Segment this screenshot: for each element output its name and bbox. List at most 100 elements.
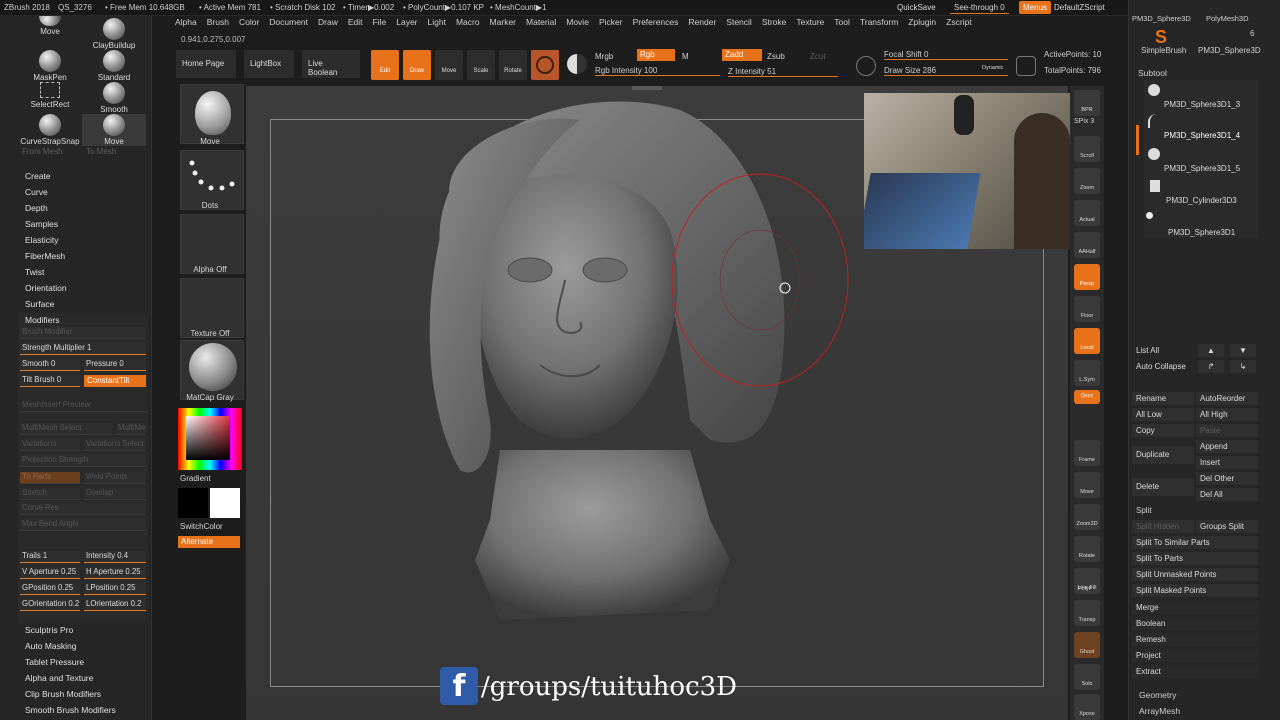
scroll-button[interactable]: Scroll	[1074, 136, 1100, 162]
brush-modifier-slider[interactable]: Brush Modifier	[20, 327, 146, 339]
stroke-create[interactable]: Create	[25, 171, 51, 181]
switchcolor-button[interactable]: SwitchColor	[180, 522, 244, 531]
rename-button[interactable]: Rename	[1132, 392, 1194, 405]
tri-parts-button[interactable]: Tri Parts	[20, 472, 80, 484]
list-all-button[interactable]: List All	[1132, 344, 1194, 357]
solo-button[interactable]: Solo	[1074, 664, 1100, 690]
color-picker[interactable]	[178, 408, 242, 470]
constant-tilt-button[interactable]: ConstantTilt	[84, 375, 146, 387]
local-button[interactable]: Local	[1074, 328, 1100, 354]
z-intensity-slider[interactable]: Z Intensity 51	[728, 67, 838, 77]
stroke-samples[interactable]: Samples	[25, 219, 58, 229]
pressure-slider[interactable]: Pressure 0	[84, 359, 146, 371]
menu-stroke[interactable]: Stroke	[762, 17, 787, 27]
merge-menu[interactable]: Merge	[1132, 601, 1258, 614]
intensity-slider[interactable]: Intensity 0.4	[84, 551, 146, 563]
subtool-item[interactable]: PM3D_Sphere3D1_3	[1164, 100, 1240, 109]
menu-movie[interactable]: Movie	[566, 17, 589, 27]
tool-thumb-polymesh[interactable]: PolyMesh3D	[1206, 14, 1249, 23]
paste-button[interactable]: Paste	[1196, 424, 1258, 437]
actual-button[interactable]: Actual	[1074, 200, 1100, 226]
brush-move-selected[interactable]: Move	[82, 114, 146, 146]
subtool-scrollbar[interactable]	[1136, 125, 1139, 155]
menu-texture[interactable]: Texture	[796, 17, 824, 27]
h-aperture-slider[interactable]: H Aperture 0.25	[84, 567, 146, 579]
material-swatch-button[interactable]	[531, 50, 559, 80]
menu-preferences[interactable]: Preferences	[633, 17, 679, 27]
menu-render[interactable]: Render	[688, 17, 716, 27]
insert-button[interactable]: Insert	[1196, 456, 1258, 469]
tablet-pressure-menu[interactable]: Tablet Pressure	[25, 657, 84, 667]
quicksave-button[interactable]: QuickSave	[893, 1, 940, 14]
menus-button[interactable]: Menus	[1019, 1, 1052, 14]
from-mesh-button[interactable]: From Mesh	[22, 147, 62, 156]
color-mode-icon[interactable]	[567, 54, 587, 74]
zcut-button[interactable]: Zcut	[810, 52, 826, 61]
move-button[interactable]: Move	[435, 50, 463, 80]
mrgb-button[interactable]: Mrgb	[595, 52, 613, 61]
split-similar-parts-button[interactable]: Split To Similar Parts	[1132, 536, 1258, 549]
menu-layer[interactable]: Layer	[396, 17, 417, 27]
m-button[interactable]: M	[682, 52, 689, 61]
bpr-button[interactable]: BPR	[1074, 90, 1100, 116]
subtool-header[interactable]: Subtool	[1138, 68, 1167, 78]
multimesh-select-slider[interactable]: MultiMesh Select	[20, 423, 112, 435]
dynamic-size-icon[interactable]	[1016, 56, 1036, 76]
lightbox-button[interactable]: LightBox	[244, 50, 294, 78]
rotate-view-button[interactable]: Rotate	[1074, 536, 1100, 562]
split-hidden-button[interactable]: Split Hidden	[1132, 520, 1194, 533]
simplebrush-icon[interactable]: S	[1155, 27, 1167, 48]
split-header[interactable]: Split	[1136, 506, 1152, 515]
brush-maskpen[interactable]: MaskPen	[18, 50, 82, 82]
variations-select-slider[interactable]: Variations Select	[84, 439, 146, 451]
rotate-button[interactable]: Rotate	[499, 50, 527, 80]
clip-brush-modifiers-menu[interactable]: Clip Brush Modifiers	[25, 689, 101, 699]
geometry-menu[interactable]: Geometry	[1139, 690, 1176, 700]
stroke-elasticity[interactable]: Elasticity	[25, 235, 59, 245]
stroke-curve[interactable]: Curve	[25, 187, 48, 197]
menu-material[interactable]: Material	[526, 17, 556, 27]
menu-edit[interactable]: Edit	[348, 17, 363, 27]
append-button[interactable]: Append	[1196, 440, 1258, 453]
all-high-button[interactable]: All High	[1196, 408, 1258, 421]
zoom-button[interactable]: Zoom	[1074, 168, 1100, 194]
sphere-lasso-icon[interactable]	[856, 56, 876, 76]
to-mesh-button[interactable]: To Mesh	[86, 147, 116, 156]
v-aperture-slider[interactable]: V Aperture 0.25	[20, 567, 80, 579]
lsym-button[interactable]: L.Sym	[1074, 360, 1100, 386]
frame-button[interactable]: Frame	[1074, 440, 1100, 466]
tool-thumb-sphere-2[interactable]: PM3D_Sphere3D	[1198, 46, 1261, 55]
smooth-brush-modifiers-menu[interactable]: Smooth Brush Modifiers	[25, 705, 116, 715]
auto-collapse-button[interactable]: Auto Collapse	[1132, 360, 1194, 373]
dynamic-toggle[interactable]: Dynamic	[982, 65, 1003, 71]
menu-document[interactable]: Document	[269, 17, 308, 27]
floor-button[interactable]: Floor	[1074, 296, 1100, 322]
variations-slider[interactable]: Variations	[20, 439, 80, 451]
draw-button[interactable]: Draw	[403, 50, 431, 80]
scale-button[interactable]: Scale	[467, 50, 495, 80]
split-to-parts-button[interactable]: Split To Parts	[1132, 552, 1258, 565]
curve-res-slider[interactable]: Curve Res	[20, 503, 146, 515]
brush-curvestrapsnap[interactable]: CurveStrapSnap	[18, 114, 82, 146]
delete-button[interactable]: Delete	[1132, 478, 1194, 496]
subtool-item-selected[interactable]: PM3D_Sphere3D1_4	[1164, 131, 1240, 140]
xpose-button[interactable]: Xpose	[1074, 694, 1100, 720]
menu-macro[interactable]: Macro	[456, 17, 480, 27]
material-tile[interactable]	[180, 340, 244, 400]
lposition-slider[interactable]: LPosition 0.25	[84, 583, 146, 595]
move-view-button[interactable]: Move	[1074, 472, 1100, 498]
smooth-slider[interactable]: Smooth 0	[20, 359, 80, 371]
tool-thumb-simplebrush[interactable]: SimpleBrush	[1141, 46, 1186, 55]
arrow-up-right-icon[interactable]: ↱	[1198, 360, 1224, 373]
autoreorder-button[interactable]: AutoReorder	[1196, 392, 1258, 405]
remesh-menu[interactable]: Remesh	[1132, 633, 1258, 646]
focal-shift-slider[interactable]: Focal Shift 0	[884, 50, 1008, 60]
zadd-button[interactable]: Zadd	[722, 49, 762, 61]
arraymesh-menu[interactable]: ArrayMesh	[1139, 706, 1180, 716]
sculptris-pro-menu[interactable]: Sculptris Pro	[25, 625, 73, 635]
subtool-item[interactable]: PM3D_Sphere3D1_5	[1164, 164, 1240, 173]
arrow-down-icon[interactable]: ▼	[1230, 344, 1256, 357]
menu-alpha[interactable]: Alpha	[175, 17, 197, 27]
spix-slider[interactable]: SPix 3	[1074, 118, 1094, 125]
home-page-button[interactable]: Home Page	[176, 50, 236, 78]
